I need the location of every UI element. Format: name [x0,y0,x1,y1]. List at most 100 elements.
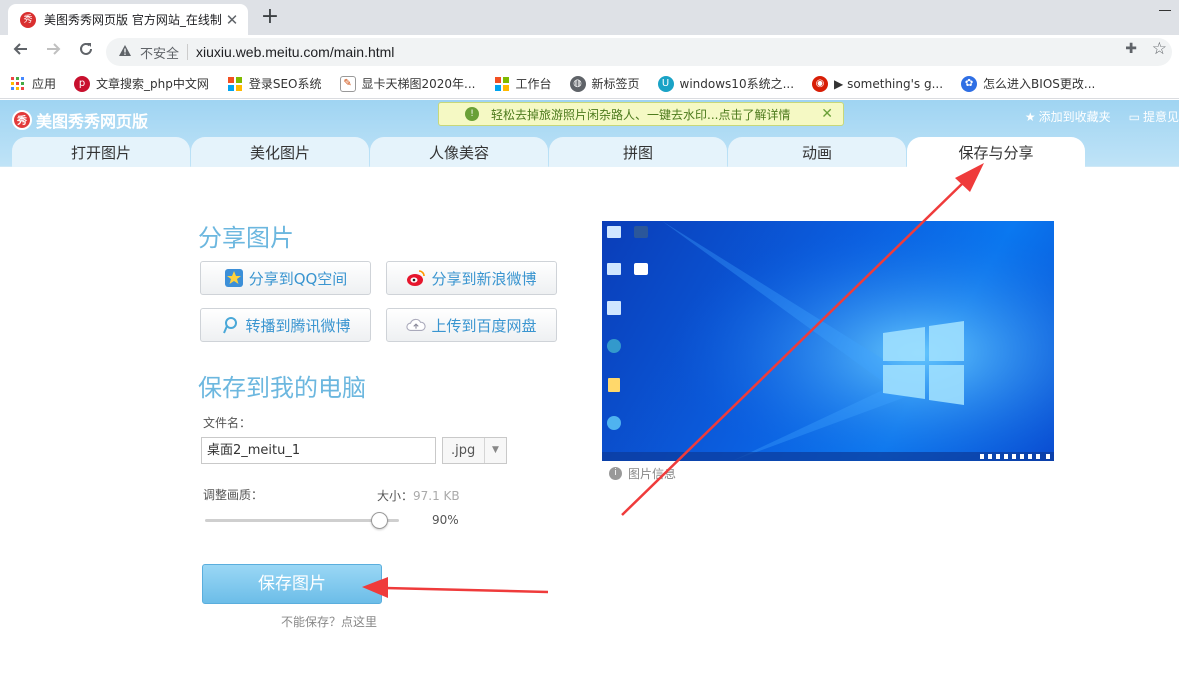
file-size-value: 97.1 KB [413,489,460,503]
bookmark-star-icon[interactable]: ☆ [1152,39,1167,59]
promo-close-icon[interactable]: ✕ [821,106,833,122]
not-secure-label[interactable]: 不安全 [140,43,179,62]
bookmark-label: 工作台 [515,77,552,91]
app-header: 秀 美图秀秀网页版 ! 轻松去掉旅游照片闲杂路人、一键去水印...点击了解详情 … [0,100,1179,168]
bookmarks-bar: 应用 p 文章搜索_php中文网 登录SEO系统 ✎ 显卡天梯图2020年...… [0,69,1179,99]
format-select[interactable]: .jpg ▼ [442,437,507,464]
brand-name: 美图秀秀网页版 [36,112,149,131]
cloud-upload-icon [406,315,427,335]
meitu-favicon-icon: 秀 [20,11,36,28]
brand[interactable]: 秀 美图秀秀网页版 [12,108,148,132]
bookmark-php[interactable]: p 文章搜索_php中文网 [74,75,209,92]
warning-triangle-icon[interactable] [118,44,132,60]
qzone-star-icon [224,268,244,288]
upload-baidu-pan-label: 上传到百度网盘 [431,316,537,335]
baidu-paw-icon: ✿ [961,75,978,92]
bookmark-label: 应用 [32,77,57,91]
bookmark-workbench[interactable]: 工作台 [494,75,552,92]
quality-slider-track[interactable] [205,519,399,522]
new-tab-button[interactable]: + [258,4,282,30]
image-preview [602,221,1054,461]
gpu-chart-icon: ✎ [339,75,356,92]
tab-beautify[interactable]: 美化图片 [191,137,369,167]
promo-text[interactable]: 轻松去掉旅游照片闲杂路人、一键去水印...点击了解详情 [491,106,821,123]
filename-input[interactable]: 桌面2_meitu_1 [201,437,436,464]
upload-baidu-pan-button[interactable]: 上传到百度网盘 [386,308,557,342]
image-info-label: 图片信息 [628,467,677,481]
netease-music-icon: ◉ [812,75,829,92]
bookmark-music[interactable]: ◉ ▶ something's g... [812,75,944,92]
save-section-title: 保存到我的电脑 [198,374,366,402]
feedback-link[interactable]: ▭ 提意见 [1129,108,1179,125]
bookmark-apps[interactable]: 应用 [10,75,56,92]
info-circle-icon: i [609,467,622,480]
tencent-weibo-icon [220,315,240,335]
browser-toolbar: 不安全 xiuxiu.web.meitu.com/main.html ✚ ☆ [0,35,1179,69]
share-tencent-weibo-label: 转播到腾讯微博 [245,316,351,335]
file-size: 大小：97.1 KB [377,487,460,504]
tab-open-image[interactable]: 打开图片 [12,137,190,167]
site-u-icon: U [657,75,674,92]
info-icon: ! [465,107,479,121]
format-select-value: .jpg [451,443,476,458]
bookmark-label: 文章搜索_php中文网 [96,77,209,91]
add-favorite-link[interactable]: ★ 添加到收藏夹 [1025,108,1111,125]
chevron-down-icon[interactable]: ▼ [484,438,506,463]
arrow-to-save-button [384,586,549,594]
bookmark-label: ▶ something's g... [834,76,944,91]
share-qzone-label: 分享到QQ空间 [248,269,348,288]
quality-slider-thumb[interactable] [371,512,389,529]
windows-logo-icon [227,76,243,92]
bookmark-label: 怎么进入BIOS更改... [983,77,1096,91]
bookmark-win10[interactable]: U windows10系统之... [657,75,795,92]
image-info-link[interactable]: i 图片信息 [609,465,676,482]
apps-grid-icon [10,76,26,92]
share-weibo-button[interactable]: 分享到新浪微博 [386,261,557,295]
tab-portrait[interactable]: 人像美容 [370,137,548,167]
header-links: ★ 添加到收藏夹 ▭ 提意见 [1007,108,1179,125]
browser-tabstrip: 秀 美图秀秀网页版 官方网站_在线制 ✕ + [0,0,1179,35]
promo-banner[interactable]: ! 轻松去掉旅游照片闲杂路人、一键去水印...点击了解详情 ✕ [438,102,844,126]
feedback-label: 提意见 [1142,110,1179,124]
back-arrow-icon[interactable] [8,39,34,65]
address-bar[interactable]: 不安全 xiuxiu.web.meitu.com/main.html [106,38,1172,66]
globe-icon: ◍ [569,75,586,92]
cant-save-link[interactable]: 不能保存？点这里 [281,613,377,630]
php-icon: p [74,75,91,92]
browser-tab[interactable]: 秀 美图秀秀网页版 官方网站_在线制 ✕ [8,4,248,35]
tab-title: 美图秀秀网页版 官方网站_在线制 [44,13,222,27]
add-favorite-label: 添加到收藏夹 [1038,110,1111,124]
star-icon: ★ [1024,109,1036,124]
forward-arrow-icon[interactable] [40,39,66,65]
bookmark-label: 登录SEO系统 [248,77,322,91]
meitu-logo-icon: 秀 [12,110,32,130]
url-text[interactable]: xiuxiu.web.meitu.com/main.html [196,44,394,60]
feedback-bubble-icon: ▭ [1128,109,1140,124]
window-minimize-icon[interactable] [1159,10,1171,11]
save-image-button[interactable]: 保存图片 [202,564,382,604]
bookmark-newtab[interactable]: ◍ 新标签页 [569,75,640,92]
tab-animation[interactable]: 动画 [728,137,906,167]
omnibox-divider [187,44,189,60]
bookmark-label: 显卡天梯图2020年... [361,77,476,91]
share-tencent-weibo-button[interactable]: 转播到腾讯微博 [200,308,371,342]
bookmark-label: 新标签页 [591,77,640,91]
bookmark-bios[interactable]: ✿ 怎么进入BIOS更改... [961,75,1095,92]
bookmark-seo[interactable]: 登录SEO系统 [227,75,322,92]
reload-icon[interactable] [73,39,99,65]
tab-collage[interactable]: 拼图 [549,137,727,167]
file-size-label: 大小： [377,489,414,503]
windows-logo-icon [494,76,510,92]
tab-save-share[interactable]: 保存与分享 [907,137,1085,168]
share-qzone-button[interactable]: 分享到QQ空间 [200,261,371,295]
share-weibo-label: 分享到新浪微博 [431,269,537,288]
bookmark-label: windows10系统之... [679,77,795,91]
bookmark-gpu[interactable]: ✎ 显卡天梯图2020年... [339,75,476,92]
extension-puzzle-icon[interactable]: ✚ [1125,41,1137,57]
quality-label: 调整画质： [203,488,264,502]
sina-weibo-icon [406,268,426,288]
tab-close-icon[interactable]: ✕ [224,11,240,29]
quality-value: 90% [432,513,459,527]
filename-label: 文件名： [203,416,252,430]
share-section-title: 分享图片 [198,224,294,252]
